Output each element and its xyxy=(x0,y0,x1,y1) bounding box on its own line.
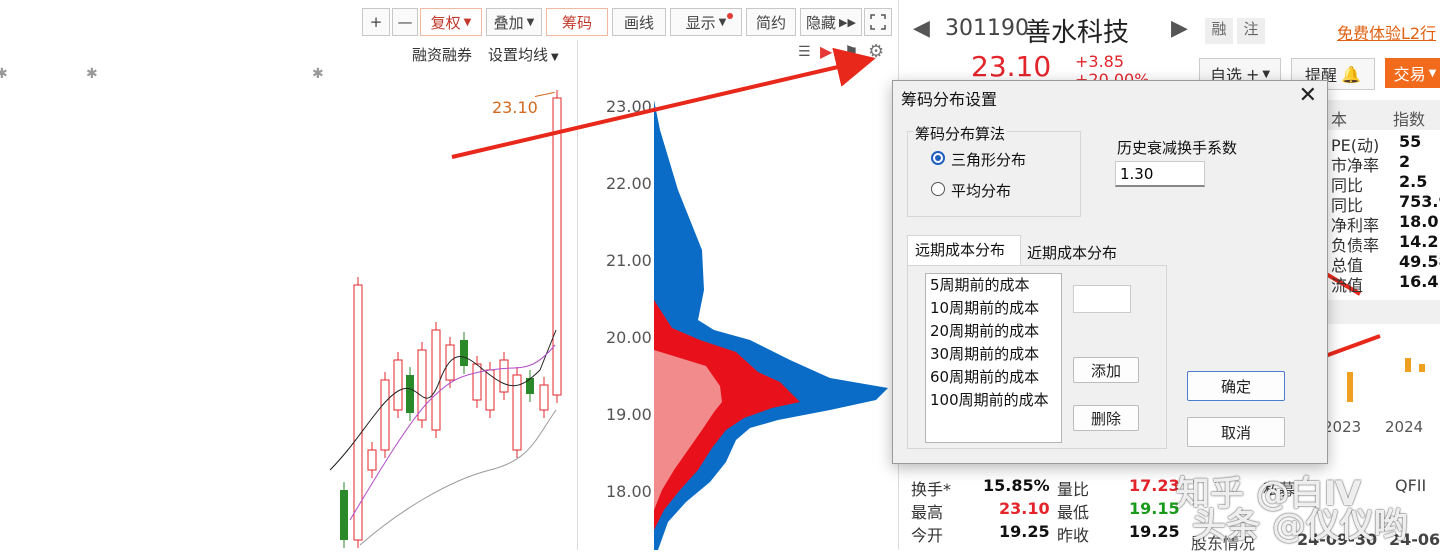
cost-period-item[interactable]: 5周期前的成本 xyxy=(926,274,1061,297)
tab-near-cost[interactable]: 近期成本分布 xyxy=(1027,242,1117,263)
fundamental-value: 18.0 xyxy=(1399,212,1439,231)
high-value: 23.10 xyxy=(999,499,1050,518)
close-icon[interactable]: ✕ xyxy=(1299,83,1317,108)
decay-input[interactable] xyxy=(1115,161,1205,187)
low-value: 19.15 xyxy=(1129,499,1180,518)
growth-bar xyxy=(1347,372,1353,402)
cost-period-item[interactable]: 60周期前的成本 xyxy=(926,366,1061,389)
fundamental-label: 流值 xyxy=(1331,276,1364,295)
volume-ratio-label: 量比 xyxy=(1057,480,1090,499)
registration-badge[interactable]: 注 xyxy=(1237,18,1265,44)
cost-period-item[interactable]: 30周期前的成本 xyxy=(926,343,1061,366)
triangle-radio[interactable] xyxy=(931,151,945,165)
kline-chart-area[interactable]: + — 复权 ▼ 叠加 ▼ 筹码 画线 显示 ▼ 简约 隐藏 ▶▶ 融资融券 设置均线 ▼… xyxy=(0,0,1381,550)
growth-bar xyxy=(1419,364,1425,372)
dialog-title: 筹码分布设置 xyxy=(901,90,998,109)
cancel-button[interactable]: 取消 xyxy=(1187,417,1285,447)
stock-name: 善水科技 xyxy=(1025,18,1130,48)
price-change: +3.85 xyxy=(1075,52,1125,71)
open-value: 19.25 xyxy=(999,522,1050,541)
fundamental-value: 49.58 xyxy=(1399,252,1440,271)
stock-code: 301190 xyxy=(945,16,1029,41)
average-option-label[interactable]: 平均分布 xyxy=(951,180,1011,201)
index-tab[interactable]: 指数 xyxy=(1393,106,1425,130)
fundamental-value: 2.5 xyxy=(1399,172,1428,191)
watermark-toutiao: 头条 @仪仪哟 xyxy=(1192,506,1408,546)
fundamental-value: 16.4 xyxy=(1399,272,1439,291)
turnover-label: 换手* xyxy=(911,480,952,499)
period-input[interactable] xyxy=(1073,285,1131,313)
cost-period-item[interactable]: 100周期前的成本 xyxy=(926,389,1061,412)
year-label: 2024 xyxy=(1385,418,1424,436)
volume-ratio-value: 17.23 xyxy=(1129,476,1180,495)
cost-period-list[interactable]: 5周期前的成本 10周期前的成本 20周期前的成本 30周期前的成本 60周期前的成本 1… xyxy=(925,273,1062,443)
l2-promo-link[interactable]: 免费体验L2行 xyxy=(1337,20,1436,44)
low-label: 最低 xyxy=(1057,503,1090,522)
fundamental-value: 14.2 xyxy=(1399,232,1439,251)
delete-button[interactable]: 删除 xyxy=(1073,405,1139,431)
open-label: 今开 xyxy=(911,526,944,545)
prev-stock-button[interactable]: ◀ xyxy=(913,16,930,41)
margin-badge[interactable]: 融 xyxy=(1205,18,1233,44)
turnover-value: 15.85% xyxy=(983,476,1050,495)
chip-settings-dialog: 筹码分布设置 ✕ 筹码分布算法 三角形分布 平均分布 历史衰减换手系数 远期成本… xyxy=(892,80,1328,464)
tab-far-label[interactable]: 远期成本分布 xyxy=(915,239,1005,260)
bell-icon: 🔔 xyxy=(1341,64,1361,84)
qfii-label: QFII xyxy=(1395,476,1427,495)
year-label: 2023 xyxy=(1323,418,1362,436)
ok-button[interactable]: 确定 xyxy=(1187,371,1285,401)
average-radio[interactable] xyxy=(931,182,945,196)
prev-close-value: 19.25 xyxy=(1129,522,1180,541)
cost-period-item[interactable]: 20周期前的成本 xyxy=(926,320,1061,343)
algorithm-group-label: 筹码分布算法 xyxy=(913,123,1008,144)
fundamental-value: 55 xyxy=(1399,132,1422,151)
decay-label: 历史衰减换手系数 xyxy=(1117,139,1238,157)
next-stock-button[interactable]: ▶ xyxy=(1171,16,1188,41)
add-button[interactable]: 添加 xyxy=(1073,357,1139,383)
fundamentals-tab[interactable]: 本 xyxy=(1331,106,1347,130)
cost-period-item[interactable]: 10周期前的成本 xyxy=(926,297,1061,320)
growth-bar xyxy=(1405,358,1411,372)
fundamental-value: 753.9 xyxy=(1399,192,1440,211)
last-price: 23.10 xyxy=(971,50,1052,83)
triangle-option-label[interactable]: 三角形分布 xyxy=(951,149,1026,170)
prev-close-label: 昨收 xyxy=(1057,526,1090,545)
trade-button[interactable]: 交易 ▼ xyxy=(1385,58,1440,88)
fundamental-value: 2 xyxy=(1399,152,1411,171)
high-label: 最高 xyxy=(911,503,944,522)
